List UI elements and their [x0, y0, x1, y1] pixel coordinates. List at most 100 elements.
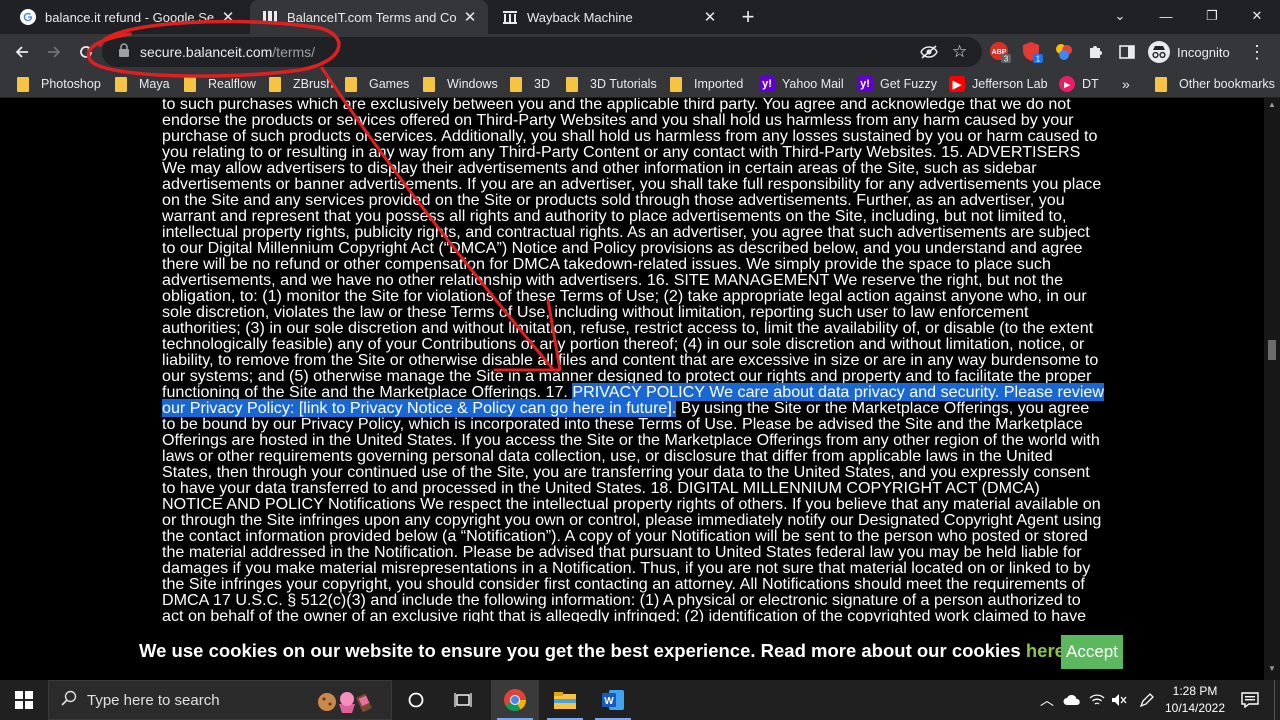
show-desktop-button[interactable]	[1274, 680, 1280, 720]
bookmark-3d-tutorials[interactable]: 3D Tutorials	[566, 70, 657, 98]
color-picker-extension-icon[interactable]	[1053, 41, 1075, 63]
bookmark-label: Other bookmarks	[1179, 77, 1275, 91]
bookmarks-overflow-button[interactable]: »	[1122, 70, 1130, 98]
scroll-down-arrow-icon[interactable]: ▼	[1268, 664, 1276, 673]
restore-button[interactable]: ❐	[1189, 0, 1235, 32]
eye-off-icon[interactable]	[920, 44, 938, 65]
address-bar[interactable]: secure.balanceit.com/terms/ ☆	[102, 37, 982, 67]
bookmark-star-icon[interactable]: ☆	[952, 42, 967, 62]
url-host: secure.balanceit.com	[140, 44, 273, 60]
bookmark-jefferson-lab[interactable]: ▶ Jefferson Lab	[949, 70, 1048, 98]
bookmark-label: Yahoo Mail	[782, 77, 844, 91]
tab-strip: balance.it refund - Google Search ✕ Bala…	[0, 0, 1280, 34]
tab-title: BalanceIT.com Terms and Conditions	[287, 9, 456, 25]
bookmark-photoshop[interactable]: Photoshop	[17, 70, 101, 98]
clock-time: 1:28 PM	[1172, 684, 1218, 698]
folder-icon	[423, 76, 435, 92]
extensions-puzzle-icon[interactable]	[1085, 41, 1107, 63]
google-g-icon	[20, 9, 36, 25]
youtube-icon: ▶	[949, 76, 965, 92]
taskbar-clock[interactable]: 1:28 PM 10/14/2022	[1163, 683, 1227, 717]
bookmark-other-bookmarks[interactable]: Other bookmarks	[1155, 70, 1275, 98]
folder-icon	[269, 76, 281, 92]
folder-icon	[17, 76, 29, 92]
bookmark-label: Imported	[694, 77, 744, 91]
folder-icon	[184, 76, 196, 92]
bookmark-windows[interactable]: Windows	[423, 70, 498, 98]
bookmark-label: 3D Tutorials	[590, 77, 657, 91]
taskbar-file-explorer[interactable]	[541, 680, 589, 720]
back-button[interactable]	[8, 38, 36, 66]
tab-title: Wayback Machine	[527, 9, 633, 25]
tab-title: balance.it refund - Google Search	[45, 9, 214, 25]
tab-balanceit-terms[interactable]: BalanceIT.com Terms and Conditions ✕	[250, 0, 488, 34]
incognito-icon	[1148, 41, 1170, 63]
cookie-banner: We use cookies on our website to ensure …	[0, 622, 1264, 680]
wifi-icon[interactable]	[1086, 680, 1108, 720]
search-icon	[61, 690, 77, 710]
tab-google-search[interactable]: balance.it refund - Google Search ✕	[8, 0, 246, 34]
page-content: to such purchases which are exclusively …	[0, 98, 1264, 622]
bookmark-3d[interactable]: 3D	[510, 70, 550, 98]
cookie-more-link[interactable]: here	[1026, 640, 1065, 661]
shield-extension-icon[interactable]: 1	[1021, 41, 1043, 63]
bookmark-label: Games	[369, 77, 410, 91]
extension-badge: 3	[1004, 55, 1009, 64]
accept-cookies-button[interactable]: Accept	[1061, 635, 1123, 669]
menu-kebab-icon[interactable]: ⋮	[1243, 38, 1271, 66]
extension-badge: 1	[1036, 55, 1041, 64]
scroll-up-arrow-icon[interactable]: ▲	[1268, 100, 1276, 109]
bookmark-maya[interactable]: Maya	[115, 70, 170, 98]
taskbar-search-box[interactable]: Type here to search	[48, 680, 392, 720]
yahoo-icon: y!	[857, 76, 873, 92]
bookmark-dt[interactable]: ▸ DT	[1059, 70, 1099, 98]
bookmark-get-fuzzy[interactable]: y! Get Fuzzy	[857, 70, 937, 98]
bookmarks-bar: Photoshop Maya Realflow ZBrush Games Win…	[0, 70, 1280, 98]
bookmark-label: 3D	[534, 77, 550, 91]
incognito-profile-button[interactable]: Incognito	[1148, 38, 1230, 66]
bookmark-yahoo-mail[interactable]: y! Yahoo Mail	[759, 70, 844, 98]
yahoo-icon: y!	[759, 76, 775, 92]
taskbar-word[interactable]: W	[589, 680, 637, 720]
onedrive-cloud-icon[interactable]	[1060, 680, 1084, 720]
side-panel-icon[interactable]	[1116, 41, 1138, 63]
close-tab-icon[interactable]: ✕	[220, 9, 236, 26]
close-tab-icon[interactable]: ✕	[462, 9, 478, 26]
bookmark-label: Photoshop	[41, 77, 101, 91]
bookmark-zbrush[interactable]: ZBrush	[269, 70, 333, 98]
tab-search-icon[interactable]: ⌄	[1097, 0, 1143, 32]
bookmark-realflow[interactable]: Realflow	[184, 70, 256, 98]
lock-icon[interactable]	[118, 42, 130, 62]
folder-icon	[1155, 76, 1167, 92]
tab-wayback-machine[interactable]: Wayback Machine ✕	[490, 0, 728, 34]
close-tab-icon[interactable]: ✕	[702, 9, 718, 26]
show-hidden-icons-chevron-icon[interactable]: ︿	[1036, 680, 1058, 720]
word-icon: W	[602, 690, 624, 710]
bookmark-label: »	[1122, 76, 1130, 92]
profile-label: Incognito	[1177, 44, 1230, 60]
url-text[interactable]: secure.balanceit.com/terms/	[140, 44, 315, 60]
bookmark-games[interactable]: Games	[345, 70, 409, 98]
cortana-icon[interactable]	[396, 680, 436, 720]
minimize-button[interactable]: —	[1143, 0, 1189, 32]
folder-icon	[345, 76, 357, 92]
pen-workspace-icon[interactable]	[1134, 680, 1160, 720]
cookie-message: We use cookies on our website to ensure …	[139, 640, 1070, 662]
task-view-icon[interactable]	[443, 680, 483, 720]
new-tab-button[interactable]: +	[736, 5, 760, 29]
forward-button[interactable]	[40, 38, 68, 66]
windows-start-icon[interactable]	[0, 680, 48, 720]
scroll-thumb[interactable]	[1268, 340, 1276, 360]
adblock-extension-icon[interactable]: ABP 3	[989, 41, 1011, 63]
wayback-favicon	[502, 9, 518, 25]
svg-text:W: W	[604, 696, 614, 707]
bookmark-imported[interactable]: Imported	[670, 70, 743, 98]
reload-button[interactable]	[72, 38, 100, 66]
terms-text: to such purchases which are exclusively …	[162, 98, 1104, 622]
notifications-icon[interactable]	[1232, 680, 1268, 720]
close-window-button[interactable]: ✕	[1234, 0, 1280, 32]
vertical-scrollbar[interactable]: ▲ ▼	[1264, 98, 1280, 680]
volume-muted-icon[interactable]	[1108, 680, 1130, 720]
balanceit-favicon	[262, 9, 278, 25]
taskbar-chrome-app[interactable]	[491, 680, 539, 720]
